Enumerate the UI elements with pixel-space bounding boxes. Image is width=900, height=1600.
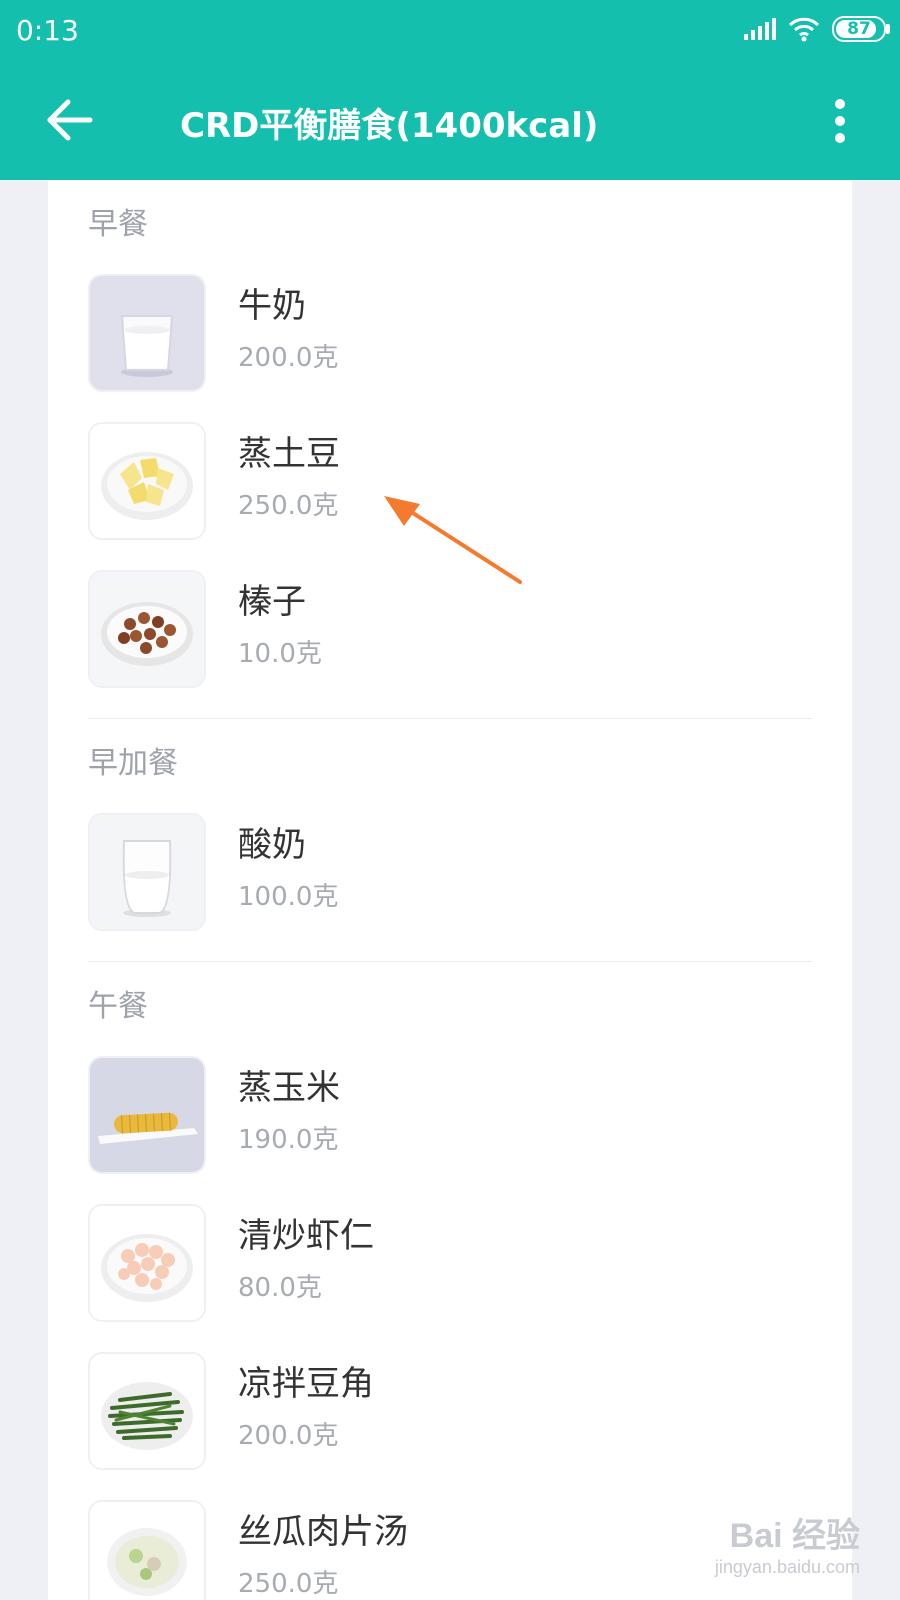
food-image (88, 1352, 206, 1470)
food-amount: 250.0克 (238, 491, 339, 521)
list-item[interactable]: 丝瓜肉片汤 250.0克 (88, 1500, 812, 1600)
steamed-potato-icon (90, 424, 204, 538)
list-item[interactable]: 牛奶 200.0克 (88, 274, 812, 422)
back-arrow-icon (47, 99, 93, 141)
food-image (88, 1204, 206, 1322)
watermark-url: jingyan.baidu.com (714, 1557, 860, 1577)
food-amount: 190.0克 (238, 1125, 339, 1155)
status-icons: 87 (744, 16, 890, 42)
app-bar: CRD平衡膳食(1400kcal) (0, 60, 900, 180)
status-time: 0:13 (16, 14, 79, 47)
list-item[interactable]: 酸奶 100.0克 (88, 813, 812, 961)
food-name: 牛奶 (238, 286, 306, 326)
battery-level: 87 (847, 19, 871, 39)
food-amount: 10.0克 (238, 639, 322, 669)
food-name: 酸奶 (238, 825, 306, 865)
list-item[interactable]: 蒸玉米 190.0克 (88, 1056, 812, 1204)
section-title: 早加餐 (88, 746, 178, 781)
status-bar: 0:13 87 (0, 0, 900, 60)
list-item[interactable]: 凉拌豆角 200.0克 (88, 1352, 812, 1500)
watermark-logo: Bai 经验 (729, 1517, 860, 1555)
section-title: 午餐 (88, 989, 148, 1024)
soup-icon (90, 1502, 204, 1600)
section-morning-snack: 早加餐 酸奶 100.0克 (48, 719, 852, 961)
food-amount: 250.0克 (238, 1569, 339, 1599)
section-breakfast: 早餐 牛奶 200.0克 蒸土豆 250.0克 榛子 10.0克 (48, 180, 852, 718)
food-amount: 80.0克 (238, 1273, 322, 1303)
green-beans-icon (90, 1354, 204, 1468)
food-image (88, 570, 206, 688)
food-name: 蒸玉米 (238, 1068, 340, 1108)
hazelnut-icon (90, 572, 204, 686)
food-name: 蒸土豆 (238, 434, 340, 474)
food-amount: 100.0克 (238, 882, 339, 912)
food-image (88, 274, 206, 392)
section-title: 早餐 (88, 207, 148, 242)
food-image (88, 813, 206, 931)
signal-icon (744, 18, 776, 40)
yogurt-glass-icon (90, 815, 204, 929)
battery-icon: 87 (832, 16, 890, 42)
food-image (88, 1500, 206, 1600)
meal-plan-card: 早餐 牛奶 200.0克 蒸土豆 250.0克 榛子 10.0克 早加餐 酸奶 … (48, 180, 852, 1600)
wifi-icon (788, 17, 820, 42)
more-options-button[interactable] (830, 98, 850, 144)
back-button[interactable] (44, 96, 96, 144)
more-vertical-icon (835, 99, 845, 143)
page-title: CRD平衡膳食(1400kcal) (180, 106, 599, 146)
food-name: 凉拌豆角 (238, 1364, 374, 1404)
watermark: Bai 经验 jingyan.baidu.com (715, 1508, 860, 1578)
food-name: 清炒虾仁 (238, 1216, 374, 1256)
food-name: 榛子 (238, 582, 306, 622)
food-image (88, 1056, 206, 1174)
shrimp-icon (90, 1206, 204, 1320)
food-name: 丝瓜肉片汤 (238, 1512, 408, 1552)
list-item[interactable]: 蒸土豆 250.0克 (88, 422, 812, 570)
corn-icon (90, 1058, 204, 1172)
list-item[interactable]: 清炒虾仁 80.0克 (88, 1204, 812, 1352)
food-amount: 200.0克 (238, 343, 339, 373)
food-image (88, 422, 206, 540)
section-lunch: 午餐 蒸玉米 190.0克 清炒虾仁 80.0克 凉拌豆角 200.0克 丝瓜肉… (48, 962, 852, 1600)
milk-glass-icon (90, 276, 204, 390)
list-item[interactable]: 榛子 10.0克 (88, 570, 812, 718)
food-amount: 200.0克 (238, 1421, 339, 1451)
